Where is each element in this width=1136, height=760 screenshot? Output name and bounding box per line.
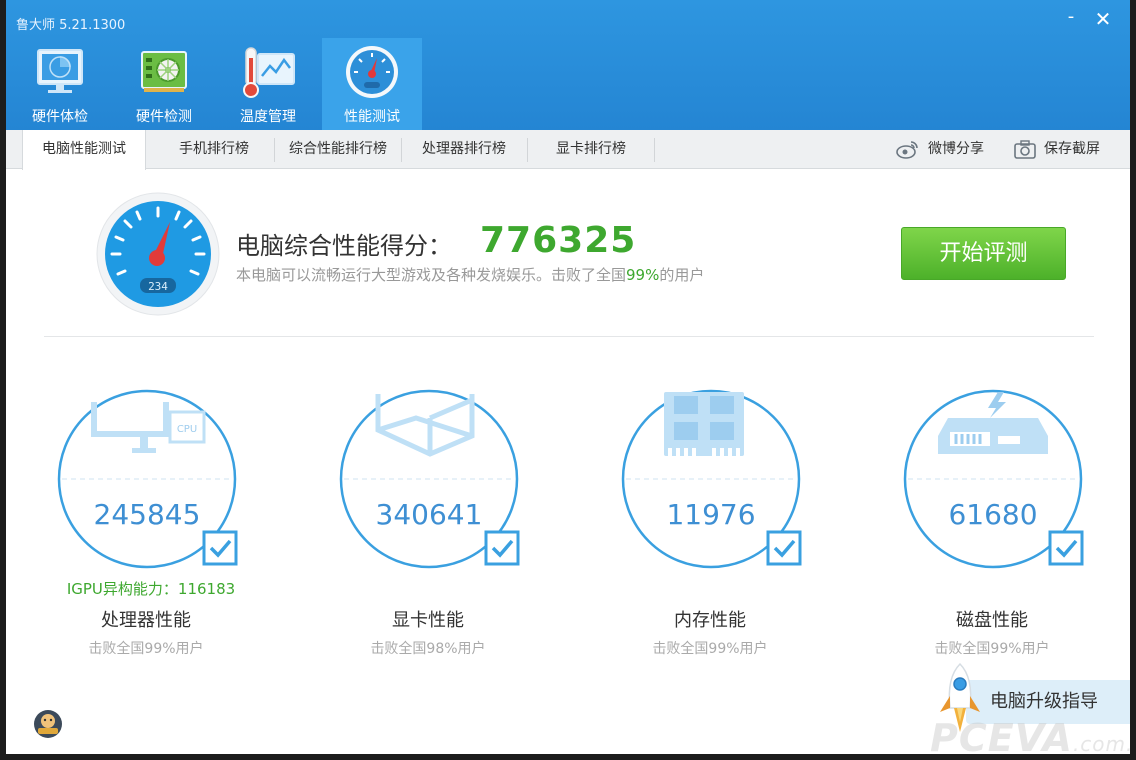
app-window: 鲁大师 5.21.1300 - ✕ 硬件体检 硬件检测 温度管理 性能测试 电脑… [6, 0, 1130, 754]
tab-separator [654, 138, 655, 162]
gpu-title: 显卡性能 [392, 610, 464, 631]
monitor-radar-icon [37, 49, 83, 93]
memory-rank: 击败全国99%用户 [652, 641, 768, 657]
close-button[interactable]: ✕ [1092, 8, 1114, 30]
igpu-capability: IGPU异构能力：116183 [66, 580, 236, 598]
watermark-domain: .com.cn [1072, 732, 1130, 754]
score-desc-suffix: 的用户 [659, 266, 705, 284]
cpu-chip-label: CPU [177, 424, 197, 435]
tab-gpu-ranking[interactable]: 显卡排行榜 [528, 130, 654, 169]
nav-tab-performance[interactable]: 性能测试 [322, 38, 422, 130]
checkmark-icon [202, 530, 238, 566]
memory-chip-icon [664, 392, 744, 456]
weibo-icon [896, 141, 918, 159]
sub-tab-bar: 电脑性能测试 手机排行榜 综合性能排行榜 处理器排行榜 显卡排行榜 微博分享 保… [6, 130, 1130, 170]
cpu-title: 处理器性能 [101, 610, 191, 631]
graphics-card-icon [141, 51, 187, 92]
nav-tab-label: 硬件检测 [136, 109, 192, 125]
save-screenshot-label: 保存截屏 [1044, 141, 1100, 157]
tab-phone-ranking[interactable]: 手机排行榜 [156, 130, 272, 169]
nav-tab-hardware-detect[interactable]: 硬件检测 [114, 38, 214, 130]
save-screenshot-button[interactable]: 保存截屏 [1014, 130, 1124, 169]
app-title: 鲁大师 5.21.1300 [16, 18, 126, 33]
disk-score: 61680 [948, 498, 1038, 531]
camera-icon [1014, 140, 1036, 159]
checkmark-icon [484, 530, 520, 566]
score-desc-prefix: 本电脑可以流畅运行大型游戏及各种发烧娱乐。击败了全国 [236, 266, 627, 284]
memory-title: 内存性能 [674, 610, 746, 631]
nav-tab-temperature[interactable]: 温度管理 [218, 38, 318, 130]
section-divider [44, 336, 1094, 337]
gpu-card: 340641 显卡性能 击败全国98%用户 [328, 388, 528, 668]
tab-pc-performance[interactable]: 电脑性能测试 [22, 130, 146, 170]
checkmark-icon [1048, 530, 1084, 566]
score-value: 776325 [480, 220, 637, 261]
nav-tab-label: 温度管理 [240, 109, 296, 125]
disk-rank: 击败全国99%用户 [934, 641, 1050, 657]
memory-card: 11976 内存性能 击败全国99%用户 [610, 388, 810, 668]
checkmark-icon [766, 530, 802, 566]
weibo-share-button[interactable]: 微博分享 [896, 130, 1006, 169]
watermark-text: PCEVA [930, 716, 1073, 754]
tab-overall-ranking[interactable]: 综合性能排行榜 [276, 130, 400, 169]
cpu-rank: 击败全国99%用户 [88, 641, 204, 657]
minimize-button[interactable]: - [1060, 8, 1082, 30]
nav-tab-label: 性能测试 [344, 109, 400, 125]
weibo-share-label: 微博分享 [928, 141, 984, 157]
watermark-logo: PCEVA.com.cn [930, 716, 1130, 754]
disk-title: 磁盘性能 [956, 610, 1028, 631]
thermometer-chart-icon [243, 47, 295, 98]
nav-tab-hardware-checkup[interactable]: 硬件体检 [10, 38, 110, 130]
gpu-score: 340641 [375, 498, 483, 531]
title-bar: 鲁大师 5.21.1300 - ✕ 硬件体检 硬件检测 温度管理 性能测试 [6, 0, 1130, 130]
gpu-rank: 击败全国98%用户 [370, 641, 486, 657]
start-benchmark-button[interactable]: 开始评测 [901, 227, 1066, 280]
disk-card: 61680 磁盘性能 击败全国99%用户 [892, 388, 1092, 668]
tab-separator [274, 138, 275, 162]
nav-tab-label: 硬件体检 [32, 109, 88, 125]
score-description: 本电脑可以流畅运行大型游戏及各种发烧娱乐。击败了全国99%的用户 [236, 264, 704, 285]
tab-cpu-ranking[interactable]: 处理器排行榜 [402, 130, 526, 169]
score-label: 电脑综合性能得分： [236, 232, 452, 260]
performance-gauge-icon: 234 [96, 192, 220, 316]
cpu-score: 245845 [93, 498, 201, 531]
ludashi-badge-icon[interactable] [32, 708, 64, 740]
memory-score: 11976 [666, 498, 756, 531]
speedometer-icon [346, 46, 398, 98]
score-desc-percent: 99% [626, 266, 660, 284]
gauge-readout: 234 [148, 280, 168, 293]
cpu-card: CPU 245845 IGPU异构能力：116183 处理器性能 击败全国99%… [46, 388, 246, 668]
